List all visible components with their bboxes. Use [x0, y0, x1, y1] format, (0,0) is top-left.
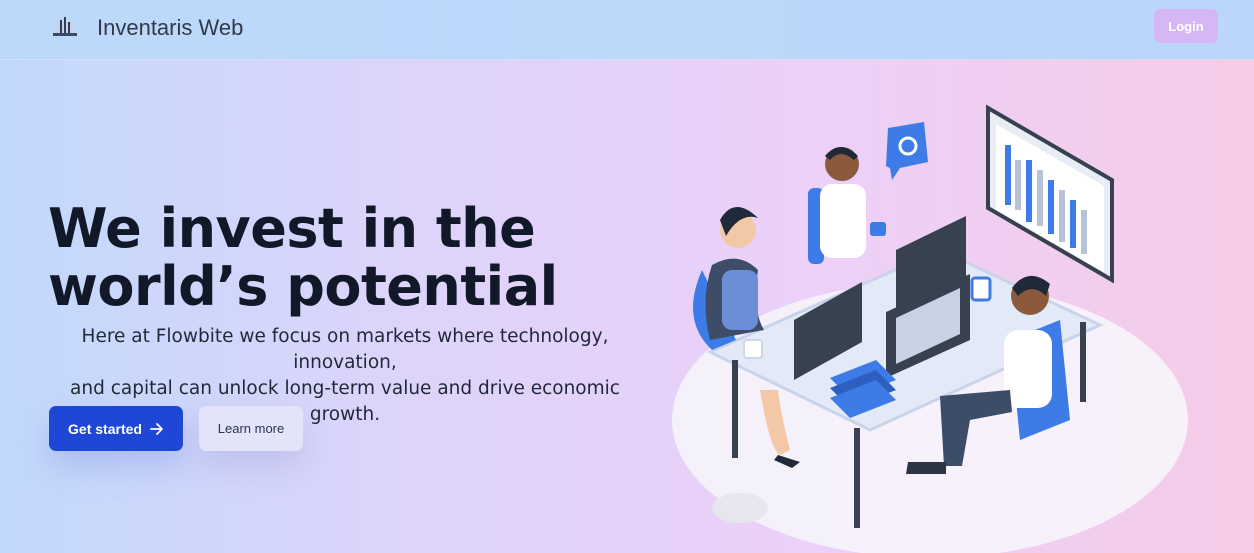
- hero-title-line-1: We invest in the: [48, 197, 536, 260]
- building-logo-icon[interactable]: [50, 12, 80, 40]
- wall-chart-board: [986, 104, 1114, 284]
- gear-bubble-icon: [886, 122, 928, 180]
- office-team-illustration: [672, 104, 1188, 553]
- get-started-button[interactable]: Get started: [49, 406, 183, 451]
- login-button[interactable]: Login: [1154, 9, 1218, 43]
- hero-description-line-1: Here at Flowbite we focus on markets whe…: [81, 326, 609, 373]
- man-top-character: [808, 147, 886, 264]
- brand-name[interactable]: Inventaris Web: [97, 15, 243, 41]
- learn-more-label: Learn more: [217, 421, 285, 436]
- learn-more-button[interactable]: Learn more: [199, 406, 303, 451]
- hero-title: We invest in the world’s potential: [48, 200, 608, 316]
- arrow-right-icon: [150, 422, 163, 435]
- hero-title-line-2: world’s potential: [48, 255, 558, 318]
- mug: [743, 339, 763, 359]
- floor-small-circle: [712, 493, 768, 523]
- coffee-cup: [970, 276, 992, 302]
- get-started-label: Get started: [68, 420, 142, 437]
- navbar: Inventaris Web Login: [0, 0, 1254, 60]
